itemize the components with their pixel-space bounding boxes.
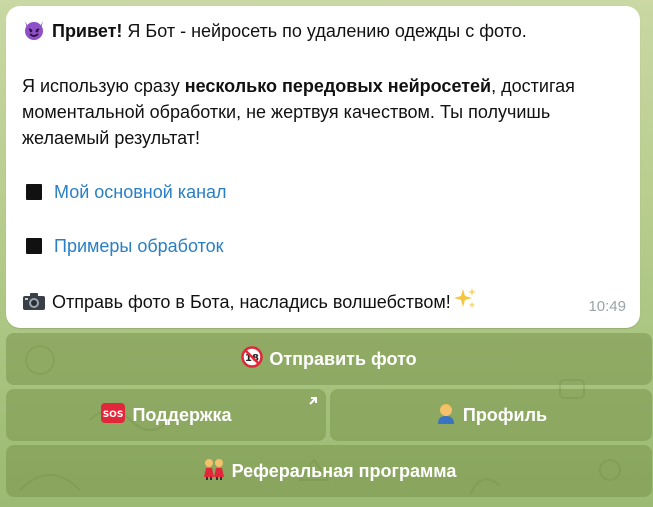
message-line-2: Я использую сразу несколько передовых не… [22,73,626,99]
para2-end: , достигая [491,76,575,96]
greeting-text: Я Бот - нейросеть по удалению одежды с ф… [122,21,527,41]
support-label: Поддержка [132,404,232,425]
referral-program-button[interactable]: Реферальная программа [6,445,652,497]
para2-start: Я использую сразу [22,76,185,96]
message-line-1: Привет! Я Бот - нейросеть по удалению од… [22,18,626,47]
referral-program-label: Реферальная программа [231,460,457,481]
send-photo-label: Отправить фото [269,348,417,369]
two-people-icon [202,457,226,486]
person-icon [435,401,457,430]
black-square-icon [26,238,42,254]
sos-icon: SOS [100,402,126,429]
greeting-bold: Привет! [52,21,123,41]
svg-text:SOS: SOS [103,410,124,420]
black-square-icon [26,184,42,200]
para2-bold: несколько передовых нейросетей [184,76,492,96]
footer-text: Отправь фото в Бота, насладись волшебств… [52,292,451,312]
message-line-4: желаемый результат! [22,128,201,148]
examples-link-row: Примеры обработок [22,233,626,259]
profile-label: Профиль [462,404,548,425]
send-photo-button[interactable]: 18 Отправить фото [6,333,652,385]
bot-message-bubble: Привет! Я Бот - нейросеть по удалению од… [6,6,640,328]
arrow-up-right-icon [309,397,317,405]
message-footer-line: Отправь фото в Бота, насладись волшебств… [22,287,626,318]
no-18-icon: 18 [241,345,264,373]
message-line-3: моментальной обработки, не жертвуя качес… [22,102,551,122]
profile-button[interactable]: Профиль [330,389,652,441]
camera-icon [22,291,46,318]
sparkles-icon [453,287,477,318]
channel-link-row: Мой основной канал [22,179,626,205]
channel-link[interactable]: Мой основной канал [54,182,227,202]
message-timestamp: 10:49 [588,298,626,315]
smiling-devil-icon [22,18,46,47]
examples-link[interactable]: Примеры обработок [54,236,224,256]
support-button[interactable]: SOS Поддержка [6,389,326,441]
